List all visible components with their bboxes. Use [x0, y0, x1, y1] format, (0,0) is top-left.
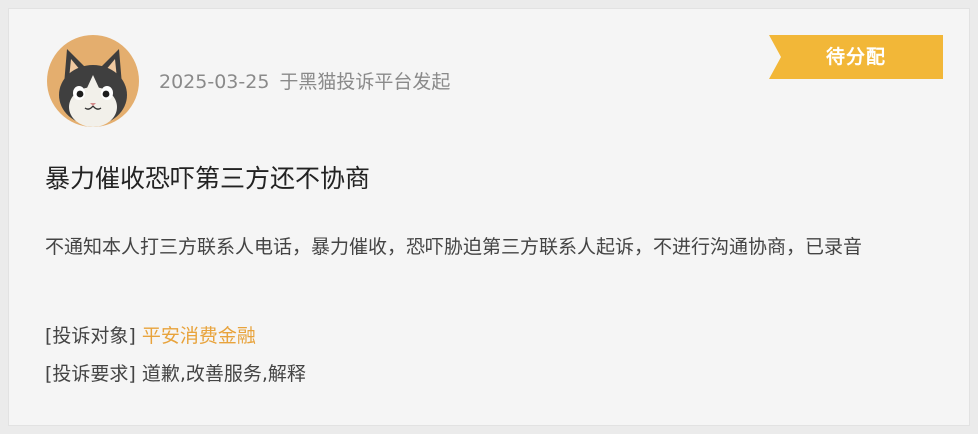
complaint-date: 2025-03-25	[159, 71, 270, 93]
complaint-demand-row: [投诉要求] 道歉,改善服务,解释	[45, 359, 306, 386]
complaint-card[interactable]: 2025-03-25 于黑猫投诉平台发起 待分配 暴力催收恐吓第三方还不协商 不通…	[8, 8, 970, 426]
complaint-target-row: [投诉对象] 平安消费金融	[45, 321, 256, 348]
complaint-demand-value: 道歉,改善服务,解释	[141, 363, 306, 385]
complaint-description: 不通知本人打三方联系人电话，暴力催收，恐吓胁迫第三方联系人起诉，不进行沟通协商，…	[45, 236, 863, 258]
status-text: 待分配	[825, 46, 886, 68]
status-badge: 待分配	[769, 35, 943, 79]
complaint-target-link[interactable]: 平安消费金融	[142, 325, 256, 347]
complaint-title[interactable]: 暴力催收恐吓第三方还不协商	[45, 159, 370, 195]
complaint-target-label: [投诉对象]	[45, 325, 136, 347]
complaint-demand-label: [投诉要求]	[45, 363, 136, 385]
complaint-meta: 2025-03-25 于黑猫投诉平台发起	[159, 67, 450, 94]
cat-avatar-icon	[59, 49, 127, 127]
avatar[interactable]	[47, 35, 139, 127]
complaint-source: 于黑猫投诉平台发起	[279, 71, 451, 93]
